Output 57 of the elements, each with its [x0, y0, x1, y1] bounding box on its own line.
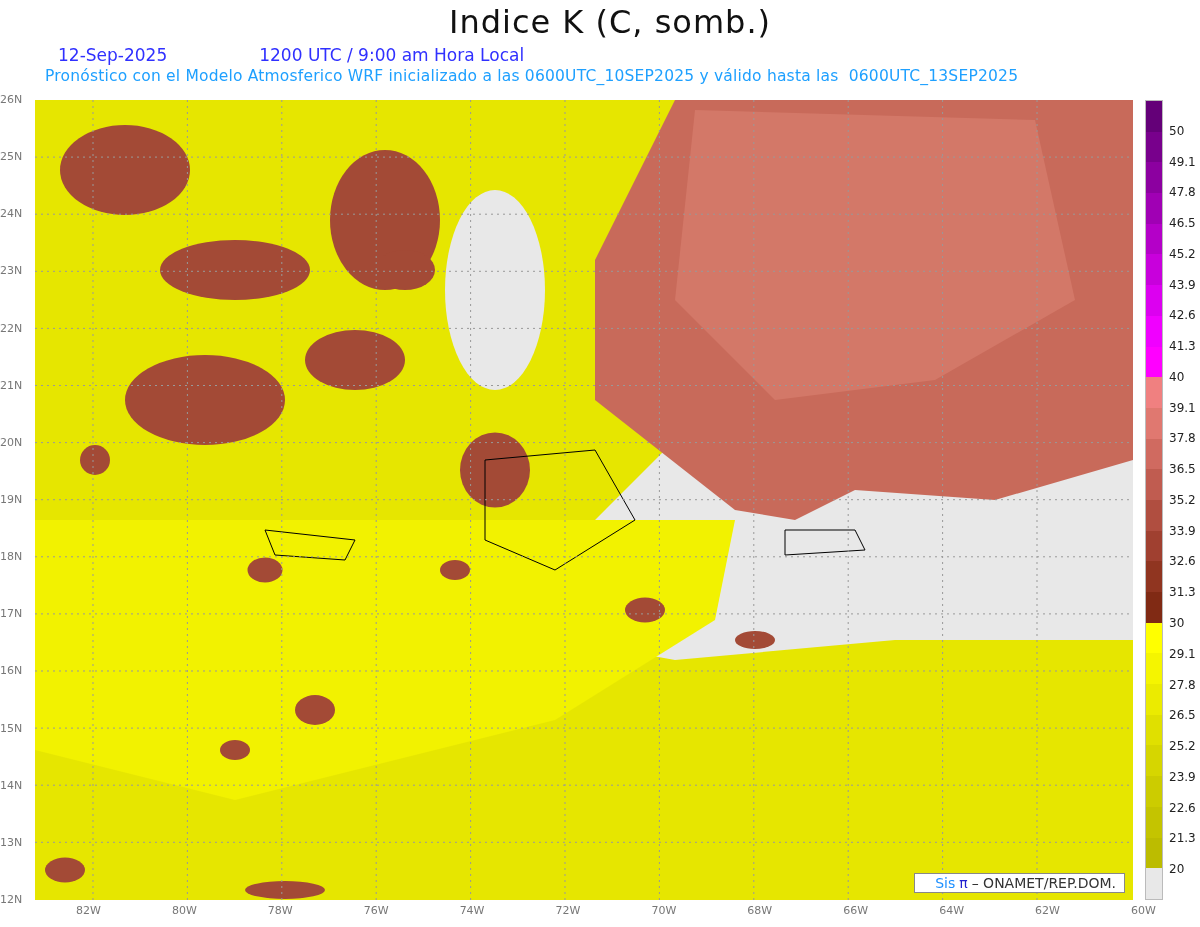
color-scale-label: 25.2 — [1169, 739, 1196, 756]
longitude-label: 60W — [1130, 904, 1156, 918]
color-scale-label: 36.5 — [1169, 462, 1196, 479]
color-scale-label: 26.5 — [1169, 708, 1196, 725]
color-scale-label: 32.6 — [1169, 554, 1196, 571]
color-scale-label: 33.9 — [1169, 523, 1196, 540]
color-scale-label: 21.3 — [1169, 831, 1196, 848]
color-scale-label: 47.8 — [1169, 185, 1196, 202]
color-scale-label: 20 — [1169, 862, 1186, 879]
latitude-label: 21N — [0, 378, 24, 393]
credit-label: Sis π – ONAMET/REP.DOM. — [914, 873, 1125, 893]
longitude-label: 72W — [555, 904, 581, 918]
longitude-label: 66W — [843, 904, 869, 918]
color-scale-label: 49.1 — [1169, 154, 1196, 171]
color-scale-label: 35.2 — [1169, 492, 1196, 509]
latitude-label: 16N — [0, 664, 24, 679]
longitude-label: 64W — [939, 904, 965, 918]
longitude-label: 82W — [76, 904, 101, 918]
color-scale-label: 27.8 — [1169, 677, 1196, 694]
latitude-label: 24N — [0, 207, 24, 222]
latitude-label: 20N — [0, 435, 24, 450]
latitude-label: 15N — [0, 721, 24, 736]
color-scale-label: 40 — [1169, 369, 1186, 386]
latitude-label: 17N — [0, 607, 24, 622]
longitude-label: 80W — [171, 904, 197, 918]
latitude-label: 26N — [0, 93, 24, 107]
longitude-label: 70W — [651, 904, 677, 918]
latitude-label: 22N — [0, 321, 24, 336]
color-scale-label: 50 — [1169, 123, 1186, 140]
map-title: Indice K (C, somb.) — [447, 2, 773, 43]
longitude-label: 76W — [363, 904, 389, 918]
color-scale-label: 30 — [1169, 616, 1186, 632]
longitude-label: 62W — [1035, 904, 1060, 918]
latitude-label: 12N — [0, 892, 24, 907]
color-scale-label: 41.3 — [1169, 339, 1196, 356]
color-scale-label: 22.6 — [1169, 800, 1196, 817]
color-scale-label: 45.2 — [1169, 246, 1196, 263]
color-scale-label: 37.8 — [1169, 431, 1196, 448]
longitude-label: 78W — [267, 904, 293, 918]
latitude-label: 13N — [0, 835, 24, 850]
color-scale-label: 23.9 — [1169, 769, 1196, 786]
longitude-label: 74W — [459, 904, 485, 918]
latitude-label: 14N — [0, 778, 24, 793]
forecast-time: 1200 UTC / 9:00 am Hora Local — [259, 44, 525, 66]
color-scale-label: 39.1 — [1169, 400, 1196, 417]
latitude-label: 19N — [0, 493, 24, 507]
forecast-subtitle: Pronóstico con el Modelo Atmosferico WRF inicializado a las 0600UTC_10SEP2025 y válido hasta las 0600UTC_13SEP2025 — [44, 66, 1020, 86]
color-scale-label: 42.6 — [1169, 308, 1196, 325]
latitude-label: 18N — [0, 550, 24, 565]
color-scale-label: 43.9 — [1169, 277, 1196, 294]
color-scale-label: 29.1 — [1169, 646, 1196, 663]
longitude-label: 68W — [747, 904, 773, 918]
latitude-label: 25N — [0, 150, 24, 165]
latitude-label: 23N — [0, 264, 24, 279]
color-scale-label: 46.5 — [1169, 216, 1196, 233]
forecast-date: 12-Sep-2025 — [58, 44, 168, 66]
color-scale-label: 31.3 — [1169, 585, 1196, 602]
